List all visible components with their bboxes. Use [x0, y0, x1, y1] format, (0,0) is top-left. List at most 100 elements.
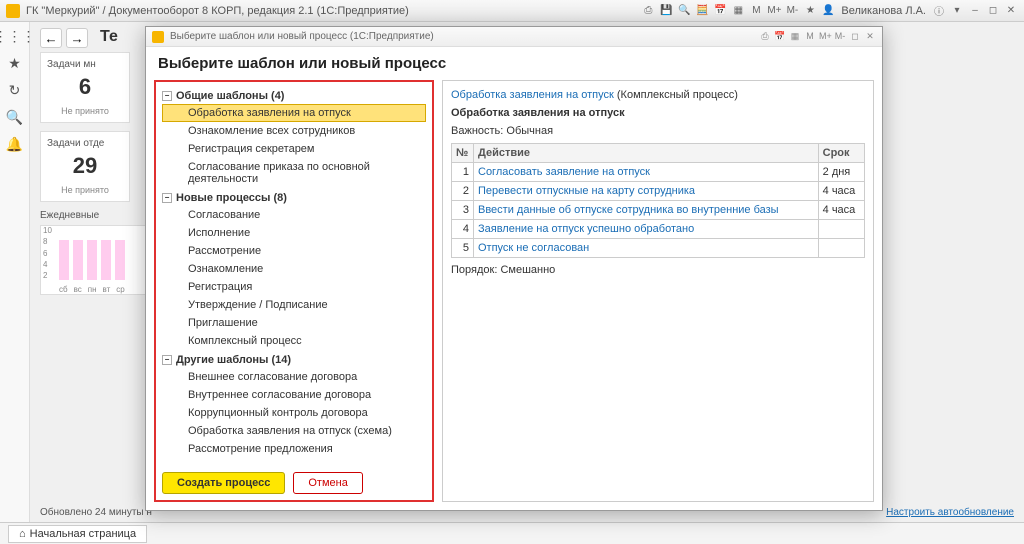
table-row: 4Заявление на отпуск успешно обработано — [452, 220, 865, 239]
create-process-button[interactable]: Создать процесс — [162, 472, 285, 494]
detail-panel: Обработка заявления на отпуск (Комплексн… — [442, 80, 874, 502]
print-icon[interactable]: ⎙ — [641, 4, 655, 18]
search-icon[interactable]: 🔍 — [677, 4, 691, 18]
dialog-titlebar: Выберите шаблон или новый процесс (1С:Пр… — [146, 27, 882, 47]
home-icon: ⌂ — [19, 528, 26, 540]
row-num: 5 — [452, 239, 474, 258]
xtick: сб — [59, 285, 68, 294]
detail-title-type: (Комплексный процесс) — [614, 89, 738, 101]
user-name[interactable]: Великанова Л.А. — [841, 5, 926, 17]
actions-table: № Действие Срок 1Согласовать заявление н… — [451, 143, 865, 258]
bell-icon[interactable]: 🔔 — [6, 136, 23, 153]
star-icon[interactable]: ★ — [8, 55, 21, 72]
zoom-mminus[interactable]: M- — [785, 4, 799, 18]
tree-item[interactable]: Согласование приказа по основной деятель… — [162, 158, 426, 188]
dialog-print-icon[interactable]: ⎙ — [759, 31, 771, 42]
tasks-widget-2[interactable]: Задачи отде 29 Не принято — [40, 131, 130, 202]
configure-autorefresh-link[interactable]: Настроить автообновление — [886, 507, 1014, 518]
user-avatar-icon[interactable]: 👤 — [821, 4, 835, 18]
tree-item[interactable]: Коррупционный контроль договора — [162, 404, 426, 422]
row-action-link[interactable]: Заявление на отпуск успешно обработано — [474, 220, 819, 239]
tree-item[interactable]: Внешнее согласование договора — [162, 368, 426, 386]
daily-chart: 10 8 6 4 2 сб вс пн вт ср — [40, 225, 160, 295]
zoom-m[interactable]: M — [749, 4, 763, 18]
nav-back-button[interactable]: ← — [40, 28, 62, 48]
row-action-link[interactable]: Ввести данные об отпуске сотрудника во в… — [474, 201, 819, 220]
tree-item[interactable]: Внутреннее согласование договора — [162, 386, 426, 404]
tree-item[interactable]: Утверждение / Подписание — [162, 296, 426, 314]
tree-group-toggle[interactable]: −Другие шаблоны (14) — [162, 352, 426, 368]
restore-icon[interactable]: – — [968, 4, 982, 18]
dialog-zoom-mminus[interactable]: M- — [834, 31, 846, 42]
cancel-button[interactable]: Отмена — [293, 472, 362, 494]
calendar-icon[interactable]: 📅 — [713, 4, 727, 18]
tree-item[interactable]: Обработка заявления на отпуск — [162, 104, 426, 122]
dialog-restore-icon[interactable]: ◻ — [849, 31, 861, 42]
nav-forward-button[interactable]: → — [66, 28, 88, 48]
importance-value: Обычная — [506, 125, 553, 137]
tree-item[interactable]: Комплексный процесс — [162, 332, 426, 350]
tree-group-toggle[interactable]: −Общие шаблоны (4) — [162, 88, 426, 104]
ytick: 8 — [43, 237, 52, 246]
widget2-value: 29 — [47, 153, 123, 179]
titlebar-icons: ⎙ 💾 🔍 🧮 📅 ▦ M M+ M- ★ 👤 — [641, 4, 835, 18]
xtick: ср — [116, 285, 124, 294]
left-sidebar: ⋮⋮⋮ ★ ↻ 🔍 🔔 — [0, 22, 30, 522]
app-logo-icon — [6, 4, 20, 18]
ytick: 6 — [43, 249, 52, 258]
dialog-grid-icon[interactable]: ▦ — [789, 31, 801, 42]
tree-item[interactable]: Рассмотрение — [162, 242, 426, 260]
start-page-tab[interactable]: ⌂ Начальная страница — [8, 525, 147, 543]
order-label: Порядок: — [451, 264, 497, 276]
maximize-icon[interactable]: ◻ — [986, 4, 1000, 18]
template-dialog: Выберите шаблон или новый процесс (1С:Пр… — [145, 26, 883, 511]
history-icon[interactable]: ↻ — [9, 82, 21, 99]
calc-icon[interactable]: 🧮 — [695, 4, 709, 18]
dialog-logo-icon — [152, 31, 164, 43]
tasks-widget-1[interactable]: Задачи мн 6 Не принято — [40, 52, 130, 123]
tree-group-toggle[interactable]: −Новые процессы (8) — [162, 190, 426, 206]
dialog-zoom-mplus[interactable]: M+ — [819, 31, 831, 42]
row-num: 2 — [452, 182, 474, 201]
save-icon[interactable]: 💾 — [659, 4, 673, 18]
row-due: 4 часа — [818, 182, 864, 201]
row-due: 4 часа — [818, 201, 864, 220]
row-due — [818, 239, 864, 258]
table-row: 1Согласовать заявление на отпуск2 дня — [452, 163, 865, 182]
grid-icon[interactable]: ▦ — [731, 4, 745, 18]
row-action-link[interactable]: Согласовать заявление на отпуск — [474, 163, 819, 182]
tree-item[interactable]: Регистрация секретарем — [162, 140, 426, 158]
help-icon[interactable]: ⓘ — [932, 4, 946, 18]
zoom-mplus[interactable]: M+ — [767, 4, 781, 18]
dialog-close-icon[interactable]: ✕ — [864, 31, 876, 42]
row-num: 4 — [452, 220, 474, 239]
row-action-link[interactable]: Отпуск не согласован — [474, 239, 819, 258]
tree-item[interactable]: Ознакомление — [162, 260, 426, 278]
row-num: 3 — [452, 201, 474, 220]
template-tree: −Общие шаблоны (4)Обработка заявления на… — [154, 80, 434, 502]
widget2-sub: Не принято — [47, 185, 123, 195]
close-icon[interactable]: ✕ — [1004, 4, 1018, 18]
tree-item[interactable]: Ознакомление всех сотрудников — [162, 122, 426, 140]
row-due — [818, 220, 864, 239]
minimize-icon[interactable]: ▾ — [950, 4, 964, 18]
tree-item[interactable]: Приглашение — [162, 314, 426, 332]
tree-item[interactable]: Регистрация — [162, 278, 426, 296]
tree-item[interactable]: Согласование — [162, 206, 426, 224]
tree-item[interactable]: Исполнение — [162, 224, 426, 242]
tree-item[interactable]: Рассмотрение предложения — [162, 440, 426, 458]
importance-label: Важность: — [451, 125, 503, 137]
collapse-icon: − — [162, 355, 172, 365]
tree-item[interactable]: Обработка заявления на отпуск (схема) — [162, 422, 426, 440]
dialog-zoom-m[interactable]: M — [804, 31, 816, 42]
row-num: 1 — [452, 163, 474, 182]
detail-name: Обработка заявления на отпуск — [451, 107, 865, 119]
col-action: Действие — [474, 144, 819, 163]
dialog-calendar-icon[interactable]: 📅 — [774, 31, 786, 42]
search-side-icon[interactable]: 🔍 — [6, 109, 23, 126]
row-action-link[interactable]: Перевести отпускные на карту сотрудника — [474, 182, 819, 201]
app-titlebar: ГК "Меркурий" / Документооборот 8 КОРП, … — [0, 0, 1024, 22]
row-due: 2 дня — [818, 163, 864, 182]
detail-title-link[interactable]: Обработка заявления на отпуск — [451, 89, 614, 101]
favorite-icon[interactable]: ★ — [803, 4, 817, 18]
